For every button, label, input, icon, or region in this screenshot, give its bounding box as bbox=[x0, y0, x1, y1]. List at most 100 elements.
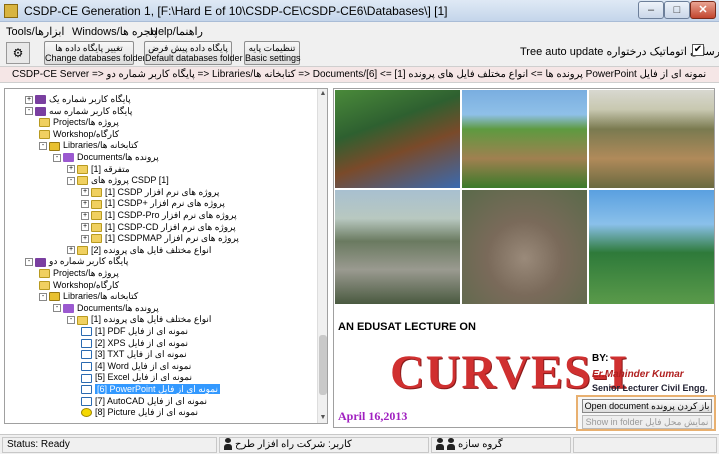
tree-item[interactable]: Projects/پروژه ها bbox=[39, 267, 119, 279]
collapse-icon[interactable]: - bbox=[53, 304, 61, 313]
expand-icon[interactable]: + bbox=[81, 223, 89, 232]
expand-icon[interactable]: + bbox=[25, 95, 33, 104]
tree-auto-update-checkbox[interactable]: ✔ bbox=[692, 44, 704, 56]
preview-photo-curved-road bbox=[461, 89, 588, 189]
collapse-icon[interactable]: - bbox=[67, 316, 75, 325]
tree-item[interactable]: + [1] CSDPMAP پروژه های نرم افزار bbox=[81, 232, 239, 244]
expand-icon[interactable]: + bbox=[81, 234, 89, 243]
tree-item-label: انواع مختلف فایل های پرونده [2] bbox=[91, 244, 212, 255]
preview-photo-bridge bbox=[588, 189, 714, 305]
app-icon bbox=[4, 4, 18, 18]
expand-icon[interactable]: + bbox=[67, 165, 75, 174]
tree-item[interactable]: [3] TXT نمونه ای از فایل bbox=[81, 348, 187, 360]
expand-icon[interactable]: + bbox=[67, 246, 75, 255]
file-icon bbox=[81, 350, 92, 360]
tree-item-label: [7] AutoCAD نمونه ای از فایل bbox=[95, 395, 207, 406]
status-bar: Status: Ready کاربر: شرکت راه افزار طرح … bbox=[0, 434, 719, 454]
folder-icon bbox=[91, 199, 102, 209]
tree-item[interactable]: - Libraries/کتابخانه ها bbox=[39, 290, 138, 302]
tree-scrollbar[interactable]: ▲ ▼ bbox=[317, 89, 327, 423]
tree-item-label: پروژه های CSDP [1] bbox=[91, 175, 169, 186]
tree-item-label: پایگاه کاربر شماره سه bbox=[49, 105, 133, 116]
tree-item[interactable]: [4] Word نمونه ای از فایل bbox=[81, 360, 191, 372]
smile-icon bbox=[81, 408, 92, 418]
tree-item[interactable]: - انواع مختلف فایل های پرونده [1] bbox=[67, 313, 211, 325]
tree-item[interactable]: - Documents/پرونده ها bbox=[53, 151, 159, 163]
default-databases-folder-button[interactable]: پایگاه داده پیش فرض Default databases fo… bbox=[144, 41, 243, 65]
collapse-icon[interactable]: - bbox=[25, 107, 33, 116]
preview-photo-train bbox=[334, 89, 461, 189]
tree-item-label: [1] CSDP+ پروژه های نرم افزار bbox=[105, 198, 225, 209]
expand-icon[interactable]: + bbox=[81, 188, 89, 197]
collapse-icon[interactable]: - bbox=[25, 258, 33, 267]
tree-item[interactable]: Projects/پروژه ها bbox=[39, 116, 119, 128]
open-document-button[interactable]: Open document باز کردن پرونده bbox=[582, 399, 712, 413]
tree-item[interactable]: Workshop/کارگاه bbox=[39, 128, 119, 140]
close-button[interactable]: ✕ bbox=[690, 1, 716, 19]
collapse-icon[interactable]: - bbox=[53, 153, 61, 162]
tree-item[interactable]: + [1] CSDP پروژه های نرم افزار bbox=[81, 186, 219, 198]
tree-item[interactable]: [5] Excel نمونه ای از فایل bbox=[81, 371, 192, 383]
scroll-down-icon[interactable]: ▼ bbox=[318, 413, 327, 423]
change-databases-folder-button[interactable]: تغییر پایگاه داده ها Change databases fo… bbox=[44, 41, 146, 65]
menu-windows[interactable]: Windows/پنجره ها bbox=[72, 25, 157, 38]
tree-view[interactable]: + پایگاه کاربر شماره یک - پایگاه کاربر شمار… bbox=[4, 88, 328, 424]
tree-item[interactable]: [1] PDF نمونه ای از فایل bbox=[81, 325, 188, 337]
folder-icon bbox=[91, 234, 102, 244]
file-icon bbox=[81, 385, 92, 395]
menu-help[interactable]: Help/راهنما bbox=[150, 25, 203, 38]
maximize-button[interactable]: □ bbox=[664, 1, 690, 19]
expand-icon[interactable]: + bbox=[81, 211, 89, 220]
status-text: Status: Ready bbox=[2, 437, 217, 453]
folder-icon bbox=[39, 129, 50, 139]
preview-photo-flyover bbox=[334, 189, 461, 305]
db-icon bbox=[35, 257, 46, 267]
group-icon-2 bbox=[447, 438, 455, 450]
tree-item[interactable]: [8] Picture نمونه ای از فایل bbox=[81, 406, 198, 418]
tree-item[interactable]: [7] AutoCAD نمونه ای از فایل bbox=[81, 395, 207, 407]
preview-lecture-heading: AN EDUSAT LECTURE ON bbox=[338, 321, 476, 333]
lib-icon bbox=[49, 141, 60, 151]
binoculars-icon[interactable]: ⚙ bbox=[6, 42, 30, 64]
folder-icon bbox=[39, 269, 50, 279]
tree-item[interactable]: - پایگاه کاربر شماره دو bbox=[25, 255, 128, 267]
tree-item[interactable]: - Libraries/کتابخانه ها bbox=[39, 139, 138, 151]
folder-icon bbox=[77, 245, 88, 255]
group-icon bbox=[436, 438, 444, 450]
preview-position: Senior Lecturer Civil Engg. bbox=[592, 383, 708, 393]
tree-item-label: Workshop/کارگاه bbox=[53, 279, 119, 290]
tree-item[interactable]: [2] XPS نمونه ای از فایل bbox=[81, 337, 188, 349]
basic-settings-label-en: Basic settings bbox=[245, 53, 301, 63]
folder-icon bbox=[91, 222, 102, 232]
tree-item-label: [1] CSDPMAP پروژه های نرم افزار bbox=[105, 233, 239, 244]
tree-item[interactable]: + پایگاه کاربر شماره یک bbox=[25, 93, 131, 105]
minimize-button[interactable]: – bbox=[638, 1, 664, 19]
show-in-folder-button[interactable]: Show in folder نمایش محل فایل bbox=[582, 415, 712, 429]
tree-item[interactable]: Workshop/کارگاه bbox=[39, 279, 119, 291]
basic-settings-button[interactable]: تنظیمات پایه Basic settings bbox=[244, 41, 301, 65]
collapse-icon[interactable]: - bbox=[39, 142, 47, 151]
tree-item[interactable]: - پایگاه کاربر شماره سه bbox=[25, 105, 132, 117]
status-group-text: گروه سازه bbox=[458, 439, 503, 450]
tree-item[interactable]: - پروژه های CSDP [1] bbox=[67, 174, 169, 186]
folder-icon bbox=[91, 187, 102, 197]
scroll-thumb[interactable] bbox=[319, 335, 327, 395]
change-folder-label-en: Change databases folder bbox=[45, 53, 146, 63]
tree-item[interactable]: + انواع مختلف فایل های پرونده [2] bbox=[67, 244, 211, 256]
menu-tools[interactable]: Tools/ابزارها bbox=[6, 25, 64, 38]
status-user-text: کاربر: شرکت راه افزار طرح bbox=[235, 439, 352, 450]
tree-item[interactable]: + [1] CSDP-Pro پروژه های نرم افزار bbox=[81, 209, 237, 221]
tree-item[interactable]: + متفرقه [1] bbox=[67, 163, 130, 175]
tree-item-label: Libraries/کتابخانه ها bbox=[63, 140, 139, 151]
collapse-icon[interactable]: - bbox=[67, 176, 75, 185]
preview-photo-hairpin bbox=[461, 189, 588, 305]
expand-icon[interactable]: + bbox=[81, 200, 89, 209]
collapse-icon[interactable]: - bbox=[39, 292, 47, 301]
tree-item[interactable]: + [1] CSDP-CD پروژه های نرم افزار bbox=[81, 221, 236, 233]
tree-item[interactable]: - Documents/پرونده ها bbox=[53, 302, 159, 314]
file-icon bbox=[81, 396, 92, 406]
scroll-up-icon[interactable]: ▲ bbox=[318, 89, 327, 99]
title-bar: CSDP-CE Generation 1, [F:\Hard E of 10\C… bbox=[0, 0, 719, 22]
tree-item[interactable]: [6] PowerPoint نمونه ای از فایل bbox=[81, 383, 220, 395]
tree-item[interactable]: + [1] CSDP+ پروژه های نرم افزار bbox=[81, 197, 225, 209]
